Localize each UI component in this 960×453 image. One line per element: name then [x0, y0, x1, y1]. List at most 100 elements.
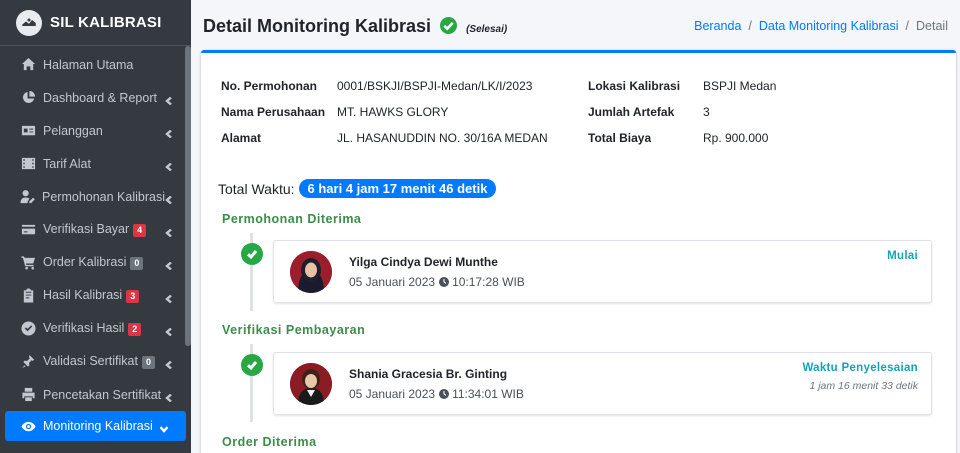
chart-pie-icon — [20, 90, 36, 106]
info-grid: No. Permohonan 0001/BSKJI/BSPJI-Medan/LK… — [221, 73, 941, 151]
lokasi-value: BSPJI Medan — [703, 79, 777, 93]
sidebar-item-label-text: Hasil Kalibrasi — [43, 288, 123, 302]
sidebar-item-label: Verifikasi Hasil 2 — [43, 321, 165, 336]
count-badge: 4 — [133, 224, 147, 237]
cart-icon — [20, 255, 36, 271]
chevron-down-icon — [159, 422, 169, 433]
sidebar-item-order-kalibrasi[interactable]: Order Kalibrasi 0 — [0, 246, 191, 279]
clipboard-icon — [20, 288, 36, 304]
sidebar-item-label: Halaman Utama — [43, 57, 134, 72]
sidebar-item-verifikasi-hasil[interactable]: Verifikasi Hasil 2 — [0, 312, 191, 345]
brand-logo-icon — [16, 9, 42, 36]
total-waktu-label: Total Waktu: — [218, 180, 295, 197]
no-permohonan-label: No. Permohonan — [221, 79, 318, 93]
sidebar-item-verifikasi-bayar[interactable]: Verifikasi Bayar 4 — [0, 213, 191, 246]
page-header: Detail Monitoring Kalibrasi (Selesai) Be… — [191, 0, 960, 52]
sidebar-item-pencetakan-sertifikat[interactable]: Pencetakan Sertifikat — [0, 378, 191, 411]
chevron-left-icon — [165, 193, 173, 204]
page-title: Detail Monitoring Kalibrasi (Selesai) — [203, 16, 507, 37]
breadcrumb: Beranda / Data Monitoring Kalibrasi / De… — [694, 19, 948, 33]
brand-title: SIL KALIBRASI — [50, 14, 162, 31]
jumlah-artefak-value: 3 — [703, 105, 710, 119]
check-icon — [241, 243, 263, 265]
avatar — [290, 363, 332, 405]
chevron-left-icon — [165, 226, 173, 237]
sidebar-item-label-text: Validasi Sertifikat — [43, 354, 138, 368]
chevron-left-icon — [165, 358, 173, 369]
user-edit-icon — [20, 189, 35, 205]
chevron-left-icon — [165, 160, 173, 171]
nama-perusahaan-value: MT. HAWKS GLORY — [337, 105, 449, 119]
sidebar-item-label-text: Order Kalibrasi — [43, 255, 127, 269]
eye-icon — [20, 418, 36, 434]
sidebar-item-label: Monitoring Kalibrasi — [43, 419, 153, 433]
count-badge: 2 — [128, 323, 142, 336]
nama-perusahaan-label: Nama Perusahaan — [221, 105, 326, 119]
status-note: (Selesai) — [466, 23, 508, 35]
total-biaya-label: Total Biaya — [588, 131, 652, 145]
sidebar-item-monitoring-kalibrasi[interactable]: Monitoring Kalibrasi — [5, 411, 186, 441]
date-text: 05 Januari 2023 — [349, 387, 436, 401]
chevron-left-icon — [165, 259, 173, 270]
breadcrumb-separator: / — [905, 19, 910, 33]
stage-status-label: Mulai — [887, 250, 918, 262]
stamp-icon — [20, 354, 36, 370]
alamat-value: JL. HASANUDDIN NO. 30/16A MEDAN — [337, 131, 548, 145]
sidebar-item-label-text: Verifikasi Bayar — [43, 222, 130, 236]
clock-icon — [439, 277, 450, 287]
person-name: Yilga Cindya Dewi Munthe — [349, 255, 498, 269]
sidebar-item-label: Hasil Kalibrasi 3 — [43, 288, 165, 303]
sidebar-item-label: Permohonan Kalibrasi — [42, 189, 165, 204]
timeline-item: Shania Gracesia Br. Ginting 05 Januari 2… — [273, 352, 932, 415]
timestamp: 05 Januari 2023 11:34:01 WIB — [349, 387, 524, 401]
stage-status-label: Waktu Penyelesaian — [802, 362, 918, 374]
sidebar-item-label: Validasi Sertifikat 0 — [43, 354, 165, 369]
date-text: 05 Januari 2023 — [349, 275, 436, 289]
sidebar-item-validasi-sertifikat[interactable]: Validasi Sertifikat 0 — [0, 345, 191, 378]
sidebar-item-label: Tarif Alat — [43, 156, 91, 171]
info-row: No. Permohonan 0001/BSKJI/BSPJI-Medan/LK… — [221, 73, 941, 99]
avatar — [290, 251, 332, 293]
check-circle-icon — [20, 321, 36, 337]
timestamp: 05 Januari 2023 10:17:28 WIB — [349, 275, 525, 289]
sidebar-item-hasil-kalibrasi[interactable]: Hasil Kalibrasi 3 — [0, 279, 191, 312]
printer-icon — [20, 387, 36, 403]
timeline-item: Yilga Cindya Dewi Munthe 05 Januari 2023… — [273, 240, 932, 303]
sidebar-item-pelanggan[interactable]: Pelanggan — [0, 114, 191, 147]
sidebar: SIL KALIBRASI Halaman Utama Dashboard & … — [0, 0, 191, 453]
sidebar-item-label: Pencetakan Sertifikat — [43, 387, 162, 402]
breadcrumb-data-monitoring[interactable]: Data Monitoring Kalibrasi — [759, 19, 899, 33]
no-permohonan-value: 0001/BSKJI/BSPJI-Medan/LK/I/2023 — [337, 79, 533, 93]
brand[interactable]: SIL KALIBRASI — [0, 0, 191, 46]
sidebar-item-label: Dashboard & Report — [43, 90, 157, 105]
breadcrumb-beranda[interactable]: Beranda — [694, 19, 741, 33]
breadcrumb-current: Detail — [916, 19, 948, 33]
jumlah-artefak-label: Jumlah Artefak — [588, 105, 675, 119]
stage-title: Order Diterima — [222, 435, 317, 449]
alamat-label: Alamat — [221, 131, 262, 145]
person-name: Shania Gracesia Br. Ginting — [349, 367, 508, 381]
sidebar-item-dashboard-report[interactable]: Dashboard & Report — [0, 81, 191, 114]
sidebar-item-halaman-utama[interactable]: Halaman Utama — [0, 48, 191, 81]
count-badge: 0 — [141, 356, 155, 369]
sidebar-item-permohonan-kalibrasi[interactable]: Permohonan Kalibrasi — [0, 180, 191, 213]
stage-title: Verifikasi Pembayaran — [222, 323, 366, 337]
sidebar-item-tarif-alat[interactable]: Tarif Alat — [0, 147, 191, 180]
total-waktu: Total Waktu: 6 hari 4 jam 17 menit 46 de… — [218, 179, 497, 198]
time-text: 11:34:01 WIB — [452, 387, 524, 401]
sidebar-item-label-text: Verifikasi Hasil — [43, 321, 125, 335]
id-card-icon — [20, 123, 36, 139]
clock-icon — [439, 389, 450, 399]
chevron-left-icon — [165, 94, 173, 105]
sidebar-nav: Halaman Utama Dashboard & Report Pelangg… — [0, 46, 191, 441]
credit-card-icon — [20, 222, 36, 238]
info-row: Nama Perusahaan MT. HAWKS GLORY Jumlah A… — [221, 99, 941, 125]
page-title-text: Detail Monitoring Kalibrasi — [203, 15, 432, 36]
duration-text: 1 jam 16 menit 33 detik — [809, 380, 918, 392]
stage-title: Permohonan Diterima — [222, 212, 362, 226]
total-waktu-badge: 6 hari 4 jam 17 menit 46 detik — [298, 179, 497, 198]
chevron-left-icon — [165, 325, 173, 336]
home-icon — [20, 57, 36, 73]
chevron-left-icon — [165, 391, 173, 402]
chevron-left-icon — [165, 127, 173, 138]
